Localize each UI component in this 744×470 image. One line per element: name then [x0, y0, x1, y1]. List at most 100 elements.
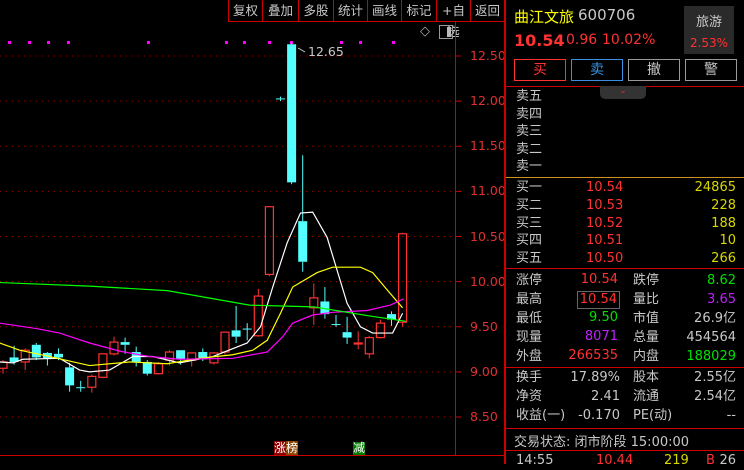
bid-row: 买五 10.50 266 [516, 250, 736, 268]
signal-dot [147, 41, 150, 44]
last-price: 10.54 [514, 31, 565, 50]
divider [506, 428, 744, 429]
candle-down [176, 350, 186, 360]
axis-label: 10.50 [470, 228, 506, 244]
stat-label: 总量 [633, 330, 660, 345]
stat-row: 外盘 266535 内盘 188029 [516, 348, 736, 366]
fund-value: 17.89% [570, 370, 620, 385]
stat-label: 市值 [633, 311, 660, 326]
candle-down [242, 328, 252, 330]
stat-label: 量比 [633, 292, 660, 307]
candle-up [109, 341, 119, 355]
toolbar-button-2[interactable]: 多股 [298, 0, 333, 22]
toolbar-button-5[interactable]: 标记 [401, 0, 436, 22]
stat-value: 10.54 [580, 272, 618, 287]
stat-row: 现量 8071 总量 454564 [516, 329, 736, 347]
divider [506, 367, 744, 368]
stat-value: 3.65 [707, 292, 736, 307]
bid-price: 10.51 [586, 233, 624, 249]
diamond-icon[interactable]: ◇ [420, 24, 430, 39]
axis-label: 9.00 [470, 363, 498, 379]
signal-dot [8, 41, 11, 44]
stat-label: 最低 [516, 311, 543, 326]
tick-price: 10.44 [596, 453, 634, 468]
stat-value: 266535 [568, 348, 618, 363]
bid-price: 10.53 [586, 197, 624, 213]
candle-up [375, 322, 385, 339]
toolbar-button-3[interactable]: 统计 [333, 0, 367, 22]
candle-down [298, 221, 308, 262]
candle-down [65, 367, 75, 386]
stat-value: 8071 [584, 329, 618, 344]
price-change-pct: 10.02% [602, 32, 656, 48]
fund-label: 收益(一) [516, 408, 566, 423]
tick-row: 14:55 10.44 219 B 26 [516, 452, 736, 470]
toolbar-button-6[interactable]: +自选 [436, 0, 470, 39]
alert-button[interactable]: 警 [685, 59, 737, 81]
bid-volume: 10 [719, 233, 736, 249]
toolbar-button-7[interactable]: 返回 [470, 0, 504, 22]
price-change: 0.96 [566, 32, 598, 48]
sell-button[interactable]: 卖 [571, 59, 623, 81]
quote-panel: 曲江文旅 600706 10.54 0.96 10.02% 旅游 2.53% 买… [504, 0, 744, 468]
candle-up [98, 353, 108, 378]
stat-value: 9.50 [589, 310, 618, 325]
toolbar-button-4[interactable]: 画线 [367, 0, 401, 22]
divider [506, 450, 744, 451]
high-price-label: 12.65 [308, 44, 344, 59]
axis-label: 10.00 [470, 273, 506, 289]
bid-price: 10.52 [586, 215, 624, 231]
fund-value: -- [726, 408, 736, 423]
bid-row: 买四 10.51 10 [516, 232, 736, 250]
candle-down [142, 361, 152, 374]
fund-row: 净资 2.41 流通 2.54亿 [516, 388, 736, 406]
candle-up [398, 233, 408, 323]
sector-badge[interactable]: 旅游 2.53% [684, 6, 734, 54]
bid-price: 10.50 [586, 251, 624, 267]
chart-bottom-line [0, 455, 504, 456]
stat-row: 最低 9.50 市值 26.9亿 [516, 310, 736, 328]
bid-label: 买二 [516, 197, 543, 213]
ask-row: 卖四 [516, 106, 736, 124]
fund-label: 流通 [633, 389, 660, 404]
candle-down [231, 330, 241, 337]
buy-button[interactable]: 买 [514, 59, 566, 81]
cancel-order-button[interactable]: 撤 [628, 59, 680, 81]
kline-chart[interactable]: 12.65 ◇ 12.50 12.00 11.50 11.00 10.50 10.00 9.… [0, 22, 506, 456]
signal-dot [67, 41, 70, 44]
fund-row: 换手 17.89% 股本 2.55亿 [516, 369, 736, 387]
candle-down [276, 98, 285, 100]
panel-toggle-icon[interactable] [439, 25, 453, 39]
candle-down [331, 324, 341, 326]
axis-label: 11.50 [470, 138, 506, 154]
bid-row: 买三 10.52 188 [516, 215, 736, 233]
candle-up [364, 336, 374, 355]
stock-code: 600706 [578, 6, 636, 24]
tick-volume: 219 [664, 453, 689, 468]
candle-down [342, 332, 352, 338]
toolbar-button-1[interactable]: 叠加 [262, 0, 298, 22]
candle-down [76, 387, 86, 389]
stat-value: 10.54 [576, 291, 620, 309]
tag-reduce[interactable]: 减 [353, 442, 366, 455]
stat-value: 26.9亿 [694, 311, 736, 326]
fund-label: 股本 [633, 370, 660, 385]
signal-dot [47, 41, 50, 44]
bid-row: 买一 10.54 24865 [516, 179, 736, 197]
signal-dot [225, 41, 228, 44]
bid-row: 买二 10.53 228 [516, 197, 736, 215]
stat-row: 最高 10.54 量比 3.65 [516, 291, 736, 309]
stat-value: 454564 [686, 330, 736, 345]
tag-up-rank[interactable]: 涨榜 [274, 441, 299, 455]
ask-row: 卖一 [516, 158, 736, 176]
ask-label: 卖五 [516, 89, 543, 104]
high-marker [297, 47, 306, 53]
toolbar-button-0[interactable]: 复权 [228, 0, 262, 22]
ma-line-ma60 [0, 281, 407, 322]
kline-svg [0, 22, 461, 456]
bid-price: 10.54 [586, 180, 624, 195]
sector-name: 旅游 [695, 15, 722, 30]
bid-volume: 188 [711, 215, 736, 231]
fund-value: -0.170 [578, 408, 620, 423]
bid-volume: 24865 [694, 180, 736, 195]
